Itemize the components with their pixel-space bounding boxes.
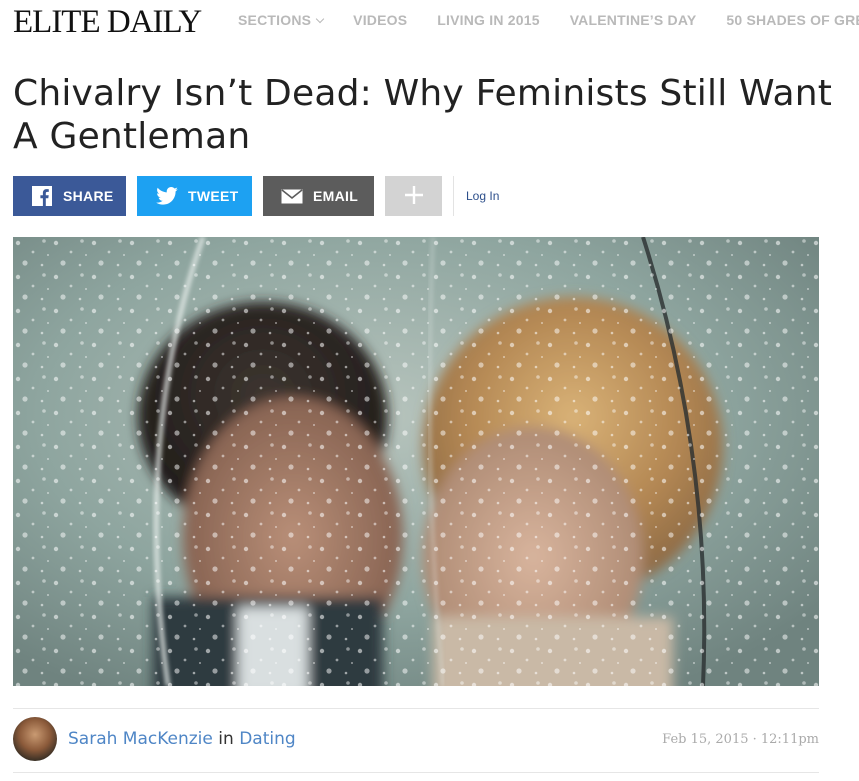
main-nav: SECTIONS VIDEOS LIVING IN 2015 VALENTINE… [238,12,859,28]
byline-connector: in [218,729,234,749]
twitter-bird-icon [156,185,178,207]
email-share-label: EMAIL [313,188,359,204]
author-avatar[interactable] [13,717,57,761]
site-logo[interactable]: ELITE DAILY [13,4,202,40]
nav-sections-label: SECTIONS [238,12,312,28]
facebook-share-label: SHARE [63,188,114,204]
plus-icon [404,185,424,208]
byline-bottom-rule [13,772,819,773]
article-byline: Sarah MacKenzie in Dating Feb 15, 2015 ·… [13,715,819,763]
email-share-button[interactable]: EMAIL [263,176,374,216]
login-link[interactable]: Log In [466,189,499,203]
share-bar: SHARE TWEET EMAIL Log In [13,176,499,216]
nav-videos[interactable]: VIDEOS [353,12,407,28]
nav-sections[interactable]: SECTIONS [238,12,325,28]
twitter-tweet-label: TWEET [188,188,239,204]
hero-image[interactable] [13,237,819,686]
more-share-button[interactable] [385,176,442,216]
nav-valentines-day[interactable]: VALENTINE’S DAY [570,12,697,28]
chevron-down-icon [315,14,325,24]
author-line: Sarah MacKenzie in Dating [68,729,296,749]
byline-top-rule [13,708,819,709]
article-title: Chivalry Isn’t Dead: Why Feminists Still… [13,73,833,157]
author-link[interactable]: Sarah MacKenzie [68,729,213,749]
category-link[interactable]: Dating [239,729,295,749]
publish-date: Feb 15, 2015 · 12:11pm [662,732,819,747]
nav-50-shades-of-grey[interactable]: 50 SHADES OF GREY [726,12,859,28]
site-header: ELITE DAILY SECTIONS VIDEOS LIVING IN 20… [0,0,859,44]
share-divider [453,176,454,216]
couple-umbrella-image [13,237,819,686]
nav-living-in-2015[interactable]: LIVING IN 2015 [437,12,539,28]
envelope-icon [281,185,303,207]
twitter-tweet-button[interactable]: TWEET [137,176,252,216]
facebook-share-button[interactable]: SHARE [13,176,126,216]
facebook-icon [31,185,53,207]
